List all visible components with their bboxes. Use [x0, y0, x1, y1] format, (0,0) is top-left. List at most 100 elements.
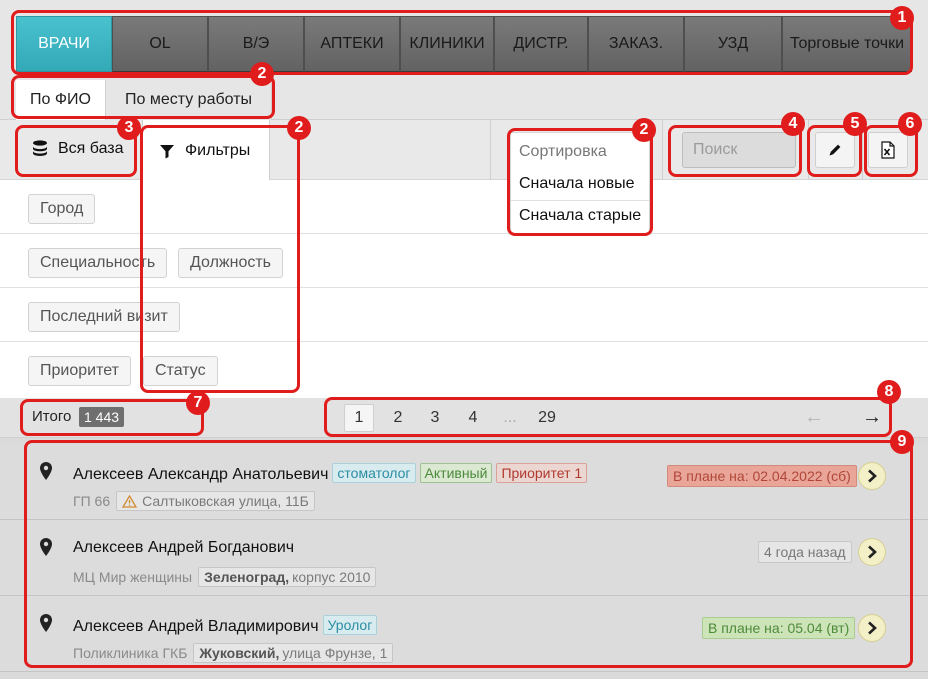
- open-doctor-button[interactable]: [858, 614, 886, 642]
- database-icon: [33, 140, 47, 156]
- next-page-arrow[interactable]: →: [862, 407, 882, 427]
- annotation-number: 7: [186, 391, 210, 415]
- filter-specialty[interactable]: Специальность: [28, 248, 168, 278]
- excel-file-icon: [881, 141, 895, 159]
- list-item[interactable]: Алексеев Андрей Богданович МЦ Мир женщин…: [0, 520, 928, 596]
- visit-status-badge: 4 года назад: [758, 541, 852, 563]
- address-badge: Зеленоград, корпус 2010: [198, 567, 377, 587]
- edit-button[interactable]: [815, 132, 855, 168]
- visit-status-badge: В плане на: 05.04 (вт): [702, 617, 856, 639]
- address-text: улица Фрунзе, 1: [282, 645, 388, 661]
- page-ellipsis: ...: [503, 409, 517, 426]
- filter-last-visit[interactable]: Последний визит: [28, 302, 180, 332]
- doctor-name-text: Алексеев Андрей Владимирович: [73, 618, 319, 635]
- address-text: Салтыковская улица, 11Б: [142, 493, 309, 509]
- filter-status[interactable]: Статус: [143, 356, 218, 386]
- page-1[interactable]: 1: [344, 404, 374, 432]
- toolbar-divider: [490, 120, 491, 180]
- tab-by-workplace[interactable]: По месту работы: [106, 80, 272, 120]
- map-pin-icon: [40, 538, 52, 556]
- address-city: Жуковский,: [199, 645, 280, 661]
- filter-row: Специальность Должность: [0, 234, 928, 288]
- doctor-workplace-line: МЦ Мир женщины Зеленоград, корпус 2010: [73, 567, 377, 587]
- total-count-badge: 1 443: [79, 407, 125, 427]
- annotation-number: 8: [877, 380, 901, 404]
- address-badge: Жуковский, улица Фрунзе, 1: [193, 643, 394, 663]
- tab-clinics[interactable]: КЛИНИКИ: [400, 16, 494, 72]
- filters-tab[interactable]: Фильтры: [142, 120, 270, 181]
- total-label: Итого: [32, 408, 72, 425]
- page-2[interactable]: 2: [383, 404, 413, 432]
- filters-label: Фильтры: [185, 141, 251, 159]
- sort-divider: [511, 200, 649, 201]
- sort-oldest-first[interactable]: Сначала старые: [519, 207, 641, 225]
- open-doctor-button[interactable]: [858, 462, 886, 490]
- warning-icon: [122, 494, 138, 508]
- filter-priority[interactable]: Приоритет: [28, 356, 131, 386]
- workplace: МЦ Мир женщины: [73, 569, 193, 585]
- tab-distributors[interactable]: ДИСТР.: [494, 16, 588, 72]
- top-tab-bar: ВРАЧИ OL В/Э АПТЕКИ КЛИНИКИ ДИСТР. ЗАКАЗ…: [0, 0, 928, 80]
- list-item[interactable]: Алексеев Андрей Владимирович Уролог Полик…: [0, 596, 928, 672]
- filter-row: Приоритет Статус: [0, 342, 928, 396]
- page-3[interactable]: 3: [420, 404, 450, 432]
- tab-pharmacies[interactable]: АПТЕКИ: [304, 16, 400, 72]
- priority-tag: Приоритет 1: [496, 463, 588, 483]
- chevron-right-icon: [868, 469, 877, 483]
- doctor-workplace-line: Поликлиника ГКБ Жуковский, улица Фрунзе,…: [73, 643, 394, 663]
- address-city: Зеленоград,: [204, 569, 290, 585]
- filter-position[interactable]: Должность: [178, 248, 283, 278]
- open-doctor-button[interactable]: [858, 538, 886, 566]
- workplace: Поликлиника ГКБ: [73, 645, 188, 661]
- annotation-number: 3: [117, 116, 141, 140]
- list-item[interactable]: Алексеев Александр Анатольевич стоматолог…: [0, 444, 928, 520]
- page-29[interactable]: 29: [532, 404, 562, 432]
- doctor-name: Алексеев Андрей Богданович: [73, 539, 294, 557]
- tab-uzd[interactable]: УЗД: [684, 16, 782, 72]
- tab-orders[interactable]: ЗАКАЗ.: [588, 16, 684, 72]
- workplace: ГП 66: [73, 493, 111, 509]
- doctor-name-text: Алексеев Александр Анатольевич: [73, 466, 329, 483]
- toolbar-divider: [808, 120, 809, 180]
- annotation-number: 9: [890, 430, 914, 454]
- all-base-label: Вся база: [58, 140, 124, 157]
- map-pin-icon: [40, 614, 52, 632]
- sort-newest-first[interactable]: Сначала новые: [519, 175, 634, 193]
- doctor-list: Алексеев Александр Анатольевич стоматолог…: [0, 438, 928, 679]
- search-input[interactable]: [682, 132, 796, 168]
- annotation-number: 4: [781, 112, 805, 136]
- all-base-button[interactable]: Вся база: [32, 140, 124, 158]
- tab-doctors[interactable]: ВРАЧИ: [16, 16, 112, 72]
- toolbar-divider: [662, 120, 663, 180]
- chevron-right-icon: [868, 545, 877, 559]
- tab-ol[interactable]: OL: [112, 16, 208, 72]
- page-4[interactable]: 4: [458, 404, 488, 432]
- prev-page-arrow[interactable]: ←: [804, 407, 824, 427]
- annotation-number: 2: [287, 116, 311, 140]
- sort-menu: Сортировка Сначала новые Сначала старые: [510, 132, 650, 234]
- filter-row: Город: [0, 180, 928, 234]
- tab-by-name[interactable]: По ФИО: [16, 80, 106, 120]
- doctor-name: Алексеев Андрей Владимирович Уролог: [73, 615, 378, 636]
- active-status-tag: Активный: [419, 463, 493, 483]
- pencil-icon: [829, 144, 841, 156]
- filter-row: Последний визит: [0, 288, 928, 342]
- chevron-right-icon: [868, 621, 877, 635]
- address-badge: Салтыковская улица, 11Б: [116, 491, 315, 511]
- annotation-number: 2: [632, 118, 656, 142]
- filter-icon: [160, 144, 174, 158]
- pagination-bar: Итого 1 443 1 2 3 4 ... 29 ← →: [0, 398, 928, 438]
- export-excel-button[interactable]: [868, 132, 908, 168]
- annotation-number: 6: [898, 112, 922, 136]
- visit-status-badge: В плане на: 02.04.2022 (сб): [667, 465, 857, 487]
- filter-panel: Город Специальность Должность Последний …: [0, 180, 928, 398]
- annotation-number: 5: [843, 112, 867, 136]
- address-text: корпус 2010: [292, 569, 371, 585]
- map-pin-icon: [40, 462, 52, 480]
- doctor-name-text: Алексеев Андрей Богданович: [73, 539, 295, 556]
- annotation-number: 2: [250, 62, 274, 86]
- sort-menu-header: Сортировка: [519, 143, 607, 160]
- annotation-number: 1: [890, 6, 914, 30]
- filter-city[interactable]: Город: [28, 194, 96, 224]
- specialty-tag: стоматолог: [332, 463, 416, 483]
